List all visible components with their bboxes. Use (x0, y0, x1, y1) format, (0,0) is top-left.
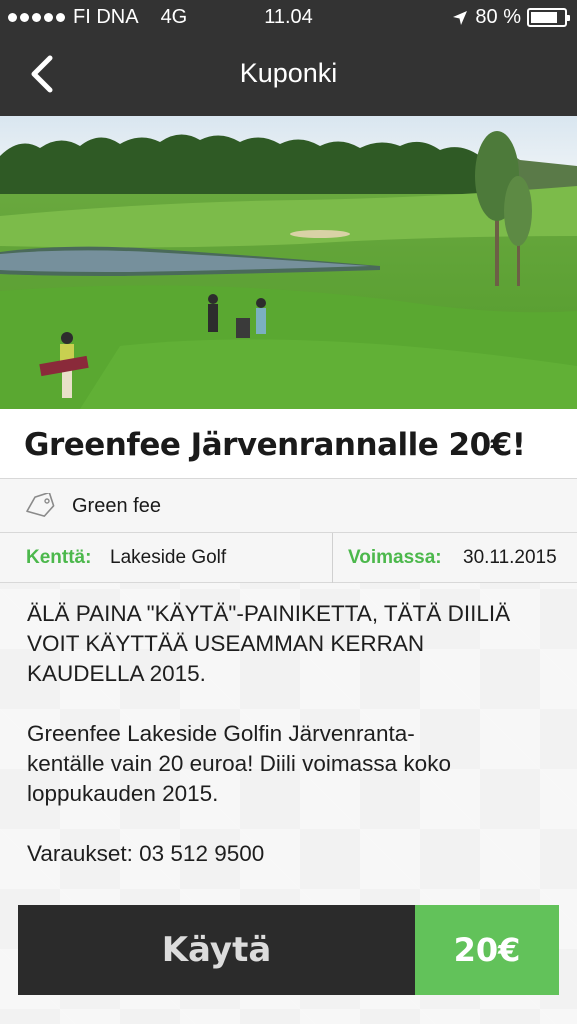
location-arrow-icon (453, 10, 468, 25)
price-badge: 20€ (415, 905, 559, 995)
description-booking: Varaukset: 03 512 9500 (27, 841, 265, 866)
coupon-title: Greenfee Järvenrannalle 20€! (24, 427, 526, 463)
battery-percent: 80 % (475, 6, 521, 28)
field-label: Kenttä: (26, 547, 92, 568)
hero-image (0, 116, 577, 409)
tag-icon (26, 493, 55, 517)
status-bar: FI DNA 4G 11.04 80 % (0, 0, 577, 38)
info-row: Kenttä: Lakeside Golf Voimassa: 30.11.20… (0, 533, 577, 583)
coupon-description: ÄLÄ PAINA "KÄYTÄ"-PAINIKETTA, TÄTÄ DIILI… (27, 599, 557, 899)
field-value: Lakeside Golf (110, 547, 227, 568)
description-warning: ÄLÄ PAINA "KÄYTÄ"-PAINIKETTA, TÄTÄ DIILI… (27, 601, 511, 686)
battery-icon (527, 8, 570, 27)
page-title: Kuponki (239, 58, 338, 88)
category-row: Green fee (0, 479, 577, 533)
description-offer: Greenfee Lakeside Golfin Järvenranta- ke… (27, 721, 451, 806)
status-right: 80 % (451, 6, 570, 29)
valid-value: 30.11.2015 (463, 547, 557, 568)
info-divider (332, 533, 333, 583)
golf-course-photo (0, 116, 577, 409)
battery-fill (531, 12, 557, 23)
coupon-title-row: Greenfee Järvenrannalle 20€! (0, 409, 577, 479)
valid-label: Voimassa: (348, 547, 442, 568)
coupon-content: Greenfee Järvenrannalle 20€! Green fee K… (0, 409, 577, 1024)
category-label: Green fee (72, 495, 161, 517)
use-coupon-button[interactable]: Käytä (18, 905, 415, 995)
app-header: FI DNA 4G 11.04 80 % Kuponki (0, 0, 577, 116)
